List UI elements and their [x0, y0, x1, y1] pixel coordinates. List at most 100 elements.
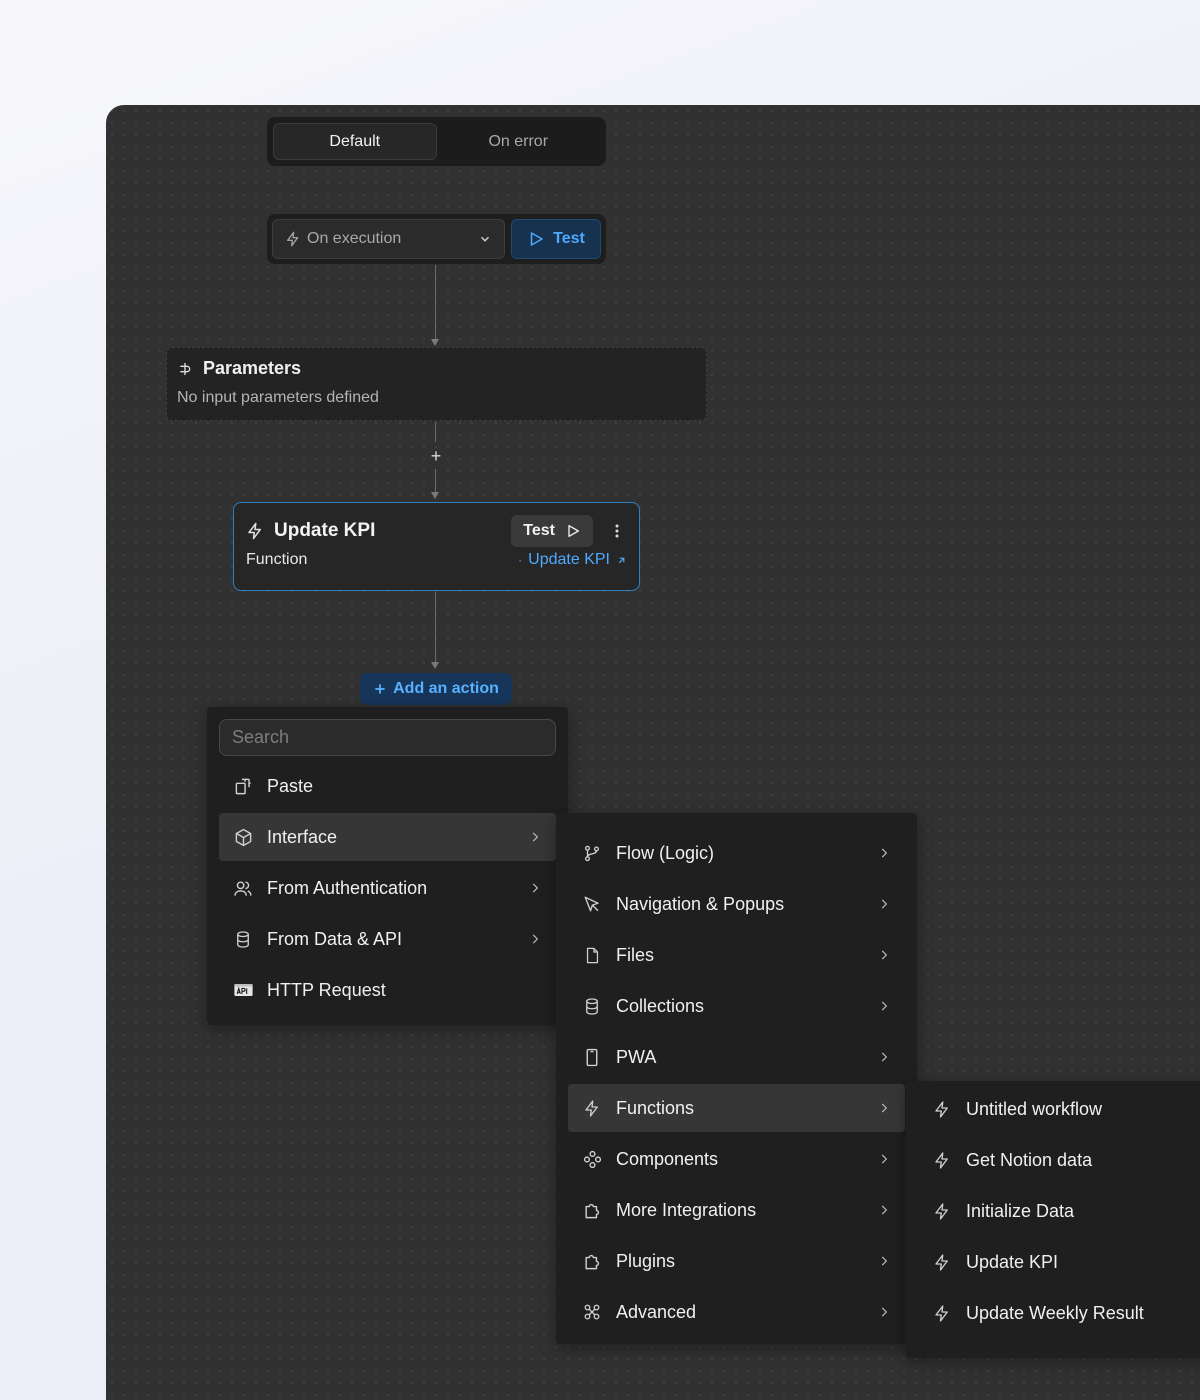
menu-item-label: Initialize Data [966, 1200, 1075, 1221]
chevron-right-icon [877, 897, 891, 911]
menu-item-functions[interactable]: Functions [568, 1084, 905, 1132]
parameters-icon [177, 361, 193, 377]
menu-item-navigation-popups[interactable]: Navigation & Popups [568, 880, 905, 928]
menu-item-files[interactable]: Files [568, 931, 905, 979]
test-function-label: Test [523, 522, 555, 539]
bolt-icon [932, 1201, 952, 1221]
connector-line [435, 422, 436, 442]
connector-line [435, 265, 436, 340]
chevron-right-icon [877, 1305, 891, 1319]
play-icon [565, 523, 581, 539]
menu-item-label: PWA [616, 1046, 657, 1067]
bolt-icon [582, 1098, 602, 1118]
function-link-label: Update KPI [528, 551, 610, 568]
git-branch-icon [582, 843, 602, 863]
branch-toggle: Default On error [267, 117, 606, 166]
chevron-right-icon [877, 948, 891, 962]
chevron-right-icon [528, 830, 542, 844]
dot-separator: · [518, 553, 523, 567]
database-icon [582, 996, 602, 1016]
interface-submenu: Flow (Logic) Navigation & Popups Files C… [556, 813, 917, 1344]
chevron-right-icon [877, 1152, 891, 1166]
menu-item-from-data-api[interactable]: From Data & API [219, 915, 556, 963]
function-node[interactable]: Update KPI Test Function · Update KPI [233, 502, 640, 591]
play-icon [527, 230, 545, 248]
menu-item-label: Untitled workflow [966, 1098, 1103, 1119]
menu-item-from-authentication[interactable]: From Authentication [219, 864, 556, 912]
menu-item-pwa[interactable]: PWA [568, 1033, 905, 1081]
search-input[interactable] [219, 719, 556, 756]
functions-submenu: Untitled workflow Get Notion data Initia… [906, 1081, 1200, 1358]
chevron-right-icon [528, 932, 542, 946]
connector-line [435, 592, 436, 663]
menu-item-get-notion-data[interactable]: Get Notion data [918, 1136, 1200, 1184]
action-menu: Paste Interface From Authentication [207, 707, 568, 1025]
menu-item-label: More Integrations [616, 1199, 757, 1220]
more-options-icon[interactable] [607, 523, 627, 539]
menu-item-update-kpi[interactable]: Update KPI [918, 1238, 1200, 1286]
menu-item-label: From Authentication [267, 877, 428, 898]
menu-item-label: Functions [616, 1097, 695, 1118]
menu-item-more-integrations[interactable]: More Integrations [568, 1186, 905, 1234]
phone-icon [582, 1047, 602, 1067]
database-icon [233, 929, 253, 949]
chevron-right-icon [877, 1203, 891, 1217]
users-icon [233, 878, 253, 898]
trigger-bar: On execution Test [267, 214, 606, 264]
menu-item-untitled-workflow[interactable]: Untitled workflow [918, 1085, 1200, 1133]
menu-item-plugins[interactable]: Plugins [568, 1237, 905, 1285]
external-link-icon [616, 555, 627, 566]
menu-item-label: HTTP Request [267, 979, 386, 1000]
menu-item-http-request[interactable]: HTTP Request [219, 966, 556, 1014]
puzzle-icon [582, 1251, 602, 1271]
parameters-node[interactable]: Parameters No input parameters defined [166, 347, 707, 421]
chevron-right-icon [877, 1254, 891, 1268]
menu-item-advanced[interactable]: Advanced [568, 1288, 905, 1336]
cube-icon [233, 827, 253, 847]
function-node-title: Update KPI [274, 520, 376, 541]
test-function-button[interactable]: Test [511, 515, 593, 547]
menu-item-paste[interactable]: Paste [219, 762, 556, 810]
menu-item-flow-logic[interactable]: Flow (Logic) [568, 829, 905, 877]
chevron-right-icon [877, 1101, 891, 1115]
menu-item-label: Plugins [616, 1250, 676, 1271]
connector-arrow [431, 662, 439, 669]
bolt-icon [932, 1099, 952, 1119]
workflow-canvas[interactable]: Default On error On execution Test Param… [106, 105, 1200, 1400]
trigger-select[interactable]: On execution [272, 219, 505, 259]
menu-item-label: Paste [267, 775, 314, 796]
menu-item-update-weekly-result[interactable]: Update Weekly Result [918, 1289, 1200, 1337]
add-action-button[interactable]: Add an action [360, 673, 512, 705]
menu-item-collections[interactable]: Collections [568, 982, 905, 1030]
bolt-icon [285, 231, 301, 247]
function-node-type: Function [246, 551, 308, 568]
chevron-right-icon [528, 881, 542, 895]
menu-item-label: Navigation & Popups [616, 893, 785, 914]
chevron-right-icon [877, 1050, 891, 1064]
menu-item-label: Update Weekly Result [966, 1302, 1144, 1323]
menu-item-label: Update KPI [966, 1251, 1059, 1272]
menu-item-label: Get Notion data [966, 1149, 1093, 1170]
insert-step-button[interactable]: + [427, 447, 445, 465]
menu-item-label: Files [616, 944, 655, 965]
menu-item-components[interactable]: Components [568, 1135, 905, 1183]
menu-item-label: Flow (Logic) [616, 842, 715, 863]
bolt-icon [932, 1252, 952, 1272]
advanced-icon [582, 1302, 602, 1322]
test-trigger-button[interactable]: Test [511, 219, 601, 259]
puzzle-icon [582, 1200, 602, 1220]
chevron-right-icon [877, 999, 891, 1013]
chevron-down-icon [478, 232, 492, 246]
menu-item-initialize-data[interactable]: Initialize Data [918, 1187, 1200, 1235]
bolt-icon [246, 522, 264, 540]
connector-line [435, 469, 436, 493]
tab-on-error[interactable]: On error [437, 123, 601, 160]
function-link[interactable]: · Update KPI [518, 551, 627, 569]
menu-item-interface[interactable]: Interface [219, 813, 556, 861]
parameters-title: Parameters [203, 358, 302, 378]
bolt-icon [932, 1150, 952, 1170]
tab-default[interactable]: Default [273, 123, 437, 160]
parameters-subtitle: No input parameters defined [177, 389, 379, 406]
menu-item-label: Collections [616, 995, 705, 1016]
file-icon [582, 945, 602, 965]
